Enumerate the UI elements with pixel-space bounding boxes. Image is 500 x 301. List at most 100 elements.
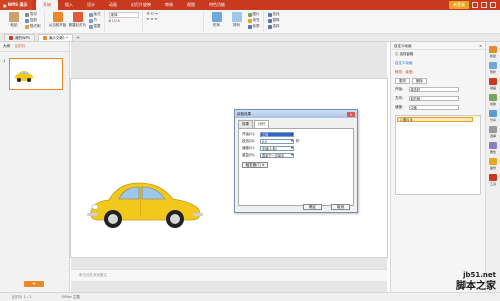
notes-area[interactable]: 单击此处添加备注 [71,269,387,281]
picture-icon [247,12,252,17]
side-tools[interactable]: 工具 [486,174,500,186]
minimize-icon[interactable] [472,2,478,8]
tab-outline[interactable]: 大纲 [3,44,10,49]
side-properties[interactable]: 属性 [486,142,500,154]
arrange-button[interactable]: 排列 [228,12,246,28]
watermark-site: jb51.net [463,271,496,279]
find-icon [267,12,272,17]
pane-direction-select[interactable]: 自右侧 [408,96,459,101]
align-center-icon[interactable]: ≡ [150,17,153,21]
pane-start-select[interactable]: 单击时 [408,87,459,92]
animation-list-item[interactable]: 1 图片 8 [397,117,473,122]
tab-timing[interactable]: 计时 [254,120,269,128]
new-tab-icon[interactable]: + [76,35,80,41]
select-button[interactable]: 选择 [267,24,280,29]
speed-row: 速度(E): 中速(2 秒) [242,146,294,151]
delete-button[interactable]: 删除 [412,78,427,84]
side-shape[interactable]: 形状 [486,62,500,74]
align-left-icon[interactable]: ≡ [147,17,150,21]
arrange-icon [231,12,242,22]
cancel-button[interactable]: 取消 [331,204,350,210]
font-color-icon[interactable]: A [118,19,120,23]
delay-label: 延迟(D): [242,139,256,143]
outline-button[interactable]: 轮廓 [247,24,260,29]
copy-button[interactable]: 复制 [25,18,41,23]
maximize-icon[interactable] [481,2,487,8]
tab-design[interactable]: 设计 [80,0,102,10]
shape-button[interactable]: 形状 [208,12,226,28]
start-select[interactable]: 之前 [260,132,294,137]
side-transition[interactable]: 切换 [486,94,500,106]
tab-home[interactable]: 开始 [36,0,58,10]
indent-icon[interactable]: ⇥ [155,12,158,16]
layout-button[interactable]: 版式 [88,12,101,17]
side-select[interactable]: 选择 [486,126,500,138]
picture-button[interactable]: 图片 [247,12,260,17]
animation-list: 1 图片 8 [395,115,481,195]
bold-icon[interactable]: B [109,19,111,23]
format-painter-button[interactable]: 格式刷 [25,24,41,29]
side-backup[interactable]: 备份 [486,158,500,170]
tab-slideshow[interactable]: 幻灯片放映 [124,0,158,10]
side-toolbar: 新建 形状 动画 切换 分享 选择 属性 备份 工具 [485,42,500,292]
start-row: 开始(S): 之前 [242,132,294,137]
align-right-icon[interactable]: ≡ [154,17,157,21]
effect-dialog: 疾驰效果 × 效果 计时 开始(S): 之前 延迟(D): 0.0 秒 速度(E… [234,109,358,213]
login-button[interactable]: 未登录 [449,1,469,9]
repeat-select[interactable]: 直到下一次单击 [260,153,294,158]
reset-button[interactable]: 重置 [88,24,101,29]
font-group: 宋体 B I U A [106,11,143,32]
number-list-icon[interactable]: ☷ [151,12,154,16]
bullet-list-icon[interactable]: ☰ [147,12,150,16]
slides-group: 从当前开始 新建幻灯片 版式 节 重置 [46,11,105,32]
tab-features[interactable]: 特色功能 [202,0,232,10]
outline-icon [247,24,252,29]
car-image[interactable] [85,171,205,231]
tab-view[interactable]: 视图 [180,0,202,10]
change-button[interactable]: 更改 [395,78,410,84]
from-current-button[interactable]: 从当前开始 [49,12,67,28]
font-name-select[interactable]: 宋体 [108,12,139,18]
slide-thumbnail[interactable] [9,58,63,90]
section-button[interactable]: 节 [88,18,101,23]
watermark: jb51.net 脚本之家 [456,270,496,292]
speed-select[interactable]: 中速(2 秒) [260,146,294,151]
underline-icon[interactable]: U [114,19,117,23]
close-icon[interactable] [490,2,496,8]
italic-icon[interactable]: I [112,19,113,23]
cut-button[interactable]: 剪切 [25,12,41,17]
side-new[interactable]: 新建 [486,46,500,58]
paste-button[interactable]: 粘贴 [5,12,23,28]
new-slide-button[interactable]: 新建幻灯片 [69,12,87,28]
tab-review[interactable]: 审阅 [158,0,180,10]
brush-icon [25,24,29,29]
select-pane-link[interactable]: ◫ 选择窗格 [391,50,485,59]
side-animation[interactable]: 动画 [486,78,500,90]
side-share[interactable]: 分享 [486,110,500,122]
pane-header: 自定义动画 × [391,42,485,50]
add-slide-button[interactable]: + [24,281,44,287]
fill-button[interactable]: 填充 [247,18,260,23]
tab-animation[interactable]: 动画 [102,0,124,10]
pane-close-icon[interactable]: × [479,44,482,48]
app-menu-button[interactable]: ▣ WPS 演示 [0,0,32,10]
reset-icon [88,24,93,29]
trigger-button[interactable]: 触发器(T) ¥ [242,162,268,168]
doc-tab-mywps[interactable]: 我的WPS [4,34,35,41]
dialog-close-icon[interactable]: × [347,111,355,117]
tab-effect[interactable]: 效果 [238,120,253,128]
repeat-label: 重复(R): [242,153,256,157]
pane-speed-select[interactable]: 中速 [408,105,459,110]
tab-slides[interactable]: 幻灯片 [15,44,26,49]
section-icon [88,18,93,23]
delay-input[interactable]: 0.0 [260,139,294,144]
tab-insert[interactable]: 插入 [58,0,80,10]
clipboard-group: 粘贴 剪切 复制 格式刷 [2,11,45,32]
speed-field: 速度： 中速 [391,103,485,112]
replace-button[interactable]: 替换 [267,18,280,23]
ok-button[interactable]: 确定 [303,204,322,210]
doc-tab-presentation[interactable]: 演示文稿1 * [37,34,73,41]
find-button[interactable]: 查找 [267,12,280,17]
dialog-title: 疾驰效果 [237,111,251,116]
copy-icon [25,18,29,23]
